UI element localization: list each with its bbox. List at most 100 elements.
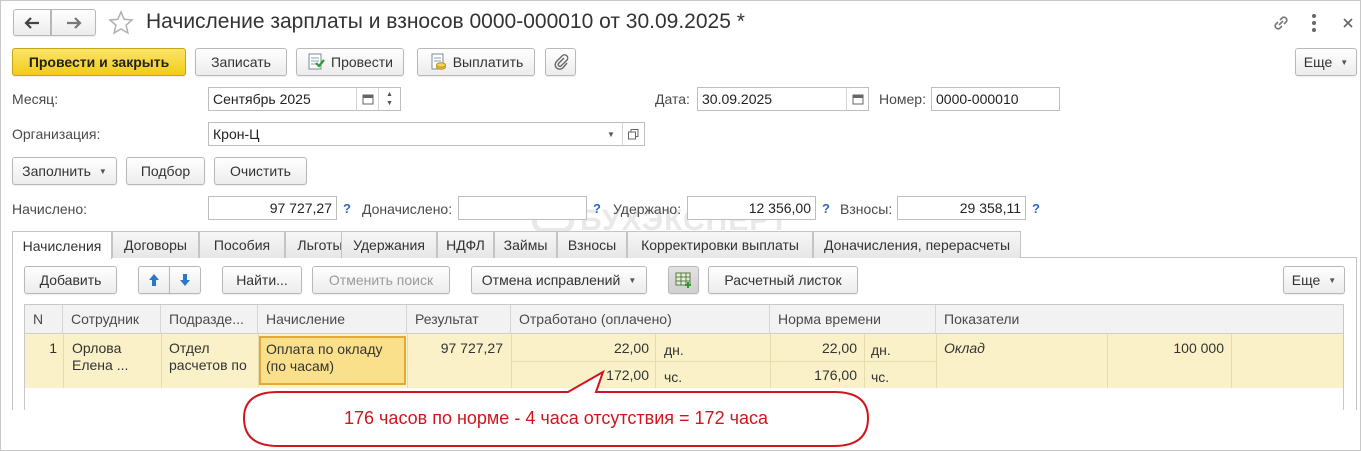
col-header-result[interactable]: Результат (407, 305, 511, 334)
extra-accrued-label: Доначислено: (362, 201, 453, 217)
worked-days: 22,00 (613, 340, 649, 356)
save-button[interactable]: Записать (195, 48, 287, 76)
close-icon[interactable] (1342, 17, 1354, 29)
accrued-help-icon[interactable]: ? (343, 201, 351, 216)
cell-divider (936, 334, 937, 388)
date-value: 30.09.2025 (702, 91, 773, 107)
date-label: Дата: (655, 91, 690, 107)
calendar-button[interactable] (356, 88, 378, 110)
calendar-icon (362, 94, 373, 105)
tab-contributions[interactable]: Взносы (557, 231, 627, 258)
accrued-field: 97 727,27 (208, 196, 337, 220)
norm-days-unit: дн. (871, 342, 891, 358)
employee-name-line2: Елена ... (72, 357, 129, 373)
link-icon[interactable] (1271, 13, 1291, 33)
arrow-right-icon (66, 16, 82, 29)
cell-divider (63, 334, 64, 388)
arrow-down-icon (180, 274, 190, 286)
cancel-search-button[interactable]: Отменить поиск (312, 266, 450, 294)
col-header-n[interactable]: N (25, 305, 63, 334)
pay-button[interactable]: Выплатить (417, 48, 535, 76)
tab-payment-adjustments[interactable]: Корректировки выплаты (627, 231, 813, 258)
result-value: 97 727,27 (440, 340, 503, 356)
post-button-label: Провести (331, 54, 393, 70)
move-down-button[interactable] (169, 266, 201, 294)
dropdown-caret-icon: ▼ (628, 275, 637, 285)
month-value: Сентябрь 2025 (213, 91, 311, 107)
organization-open-button[interactable] (622, 123, 644, 145)
withheld-label: Удержано: (613, 201, 682, 217)
contributions-label: Взносы: (840, 201, 893, 217)
dropdown-caret-icon: ▼ (1340, 57, 1349, 67)
pay-document-icon (431, 53, 446, 70)
extra-accrued-help-icon[interactable]: ? (593, 201, 601, 216)
number-field[interactable]: 0000-000010 (931, 87, 1060, 111)
back-button[interactable] (13, 9, 51, 36)
col-header-department[interactable]: Подразде... (161, 305, 258, 334)
norm-days: 22,00 (821, 340, 857, 356)
date-field[interactable]: 30.09.2025 (697, 87, 869, 111)
clear-button[interactable]: Очистить (214, 157, 307, 185)
cancel-fixes-label: Отмена исправлений (481, 272, 621, 288)
department-line2: расчетов по (169, 357, 247, 373)
paperclip-icon (553, 54, 568, 70)
date-calendar-button[interactable] (846, 88, 868, 110)
calendar-icon (852, 94, 863, 105)
select-button[interactable]: Подбор (126, 157, 205, 185)
tab-more-label: Еще (1291, 272, 1321, 288)
post-button[interactable]: Провести (296, 48, 404, 76)
callout-bubble (242, 369, 870, 447)
tab-contracts[interactable]: Договоры (112, 231, 199, 258)
post-document-icon (308, 53, 325, 70)
menu-kebab-icon[interactable] (1310, 12, 1318, 34)
spin-down-icon[interactable]: ▼ (386, 99, 393, 108)
col-header-norm[interactable]: Норма времени (770, 305, 936, 334)
extra-accrued-field (458, 196, 587, 220)
tab-loans[interactable]: Займы (494, 231, 557, 258)
find-button[interactable]: Найти... (222, 266, 302, 294)
window-title: Начисление зарплаты и взносов 0000-00001… (146, 10, 745, 33)
payslip-button[interactable]: Расчетный листок (708, 266, 858, 294)
cell-divider (1231, 334, 1232, 388)
post-and-close-button[interactable]: Провести и закрыть (12, 48, 186, 76)
month-spinner[interactable]: ▲ ▼ (378, 88, 400, 110)
col-header-indicators[interactable]: Показатели (936, 305, 1343, 334)
department-line1: Отдел (169, 340, 210, 356)
contributions-help-icon[interactable]: ? (1032, 201, 1040, 216)
tab-more-button[interactable]: Еще ▼ (1283, 266, 1345, 294)
dropdown-caret-icon: ▼ (98, 166, 107, 176)
dropdown-caret-icon: ▼ (1328, 275, 1337, 285)
fill-button[interactable]: Заполнить ▼ (12, 157, 117, 185)
cancel-fixes-button[interactable]: Отмена исправлений ▼ (471, 266, 647, 294)
add-button[interactable]: Добавить (24, 266, 117, 294)
col-header-employee[interactable]: Сотрудник (63, 305, 161, 334)
table-details-icon (675, 272, 691, 288)
favorite-star-icon[interactable] (108, 10, 134, 36)
cell-divider (161, 334, 162, 388)
organization-field[interactable]: Крон-Ц ▼ (208, 122, 645, 146)
fill-button-label: Заполнить (22, 163, 91, 179)
tab-recalculations[interactable]: Доначисления, перерасчеты (813, 231, 1021, 258)
tab-ndfl[interactable]: НДФЛ (437, 231, 494, 258)
employee-name-line1: Орлова (72, 340, 122, 356)
tab-deductions[interactable]: Удержания (341, 231, 437, 258)
pay-button-label: Выплатить (452, 54, 524, 70)
worked-days-unit: дн. (664, 342, 684, 358)
month-label: Месяц: (12, 91, 59, 107)
show-details-toggle[interactable] (668, 266, 699, 294)
month-field[interactable]: Сентябрь 2025 ▲ ▼ (208, 87, 401, 111)
more-button[interactable]: Еще ▼ (1295, 48, 1357, 76)
attach-button[interactable] (545, 48, 576, 76)
organization-dropdown-button[interactable]: ▼ (600, 123, 622, 145)
forward-button[interactable] (51, 9, 96, 36)
spin-up-icon[interactable]: ▲ (386, 90, 393, 99)
move-up-button[interactable] (138, 266, 170, 294)
withheld-help-icon[interactable]: ? (822, 201, 830, 216)
tab-accruals[interactable]: Начисления (12, 231, 112, 259)
number-label: Номер: (879, 91, 926, 107)
col-header-worked[interactable]: Отработано (оплачено) (511, 305, 770, 334)
tab-benefits[interactable]: Пособия (199, 231, 285, 258)
col-header-accrual[interactable]: Начисление (258, 305, 407, 334)
arrow-left-icon (24, 16, 39, 29)
more-button-label: Еще (1303, 54, 1333, 70)
